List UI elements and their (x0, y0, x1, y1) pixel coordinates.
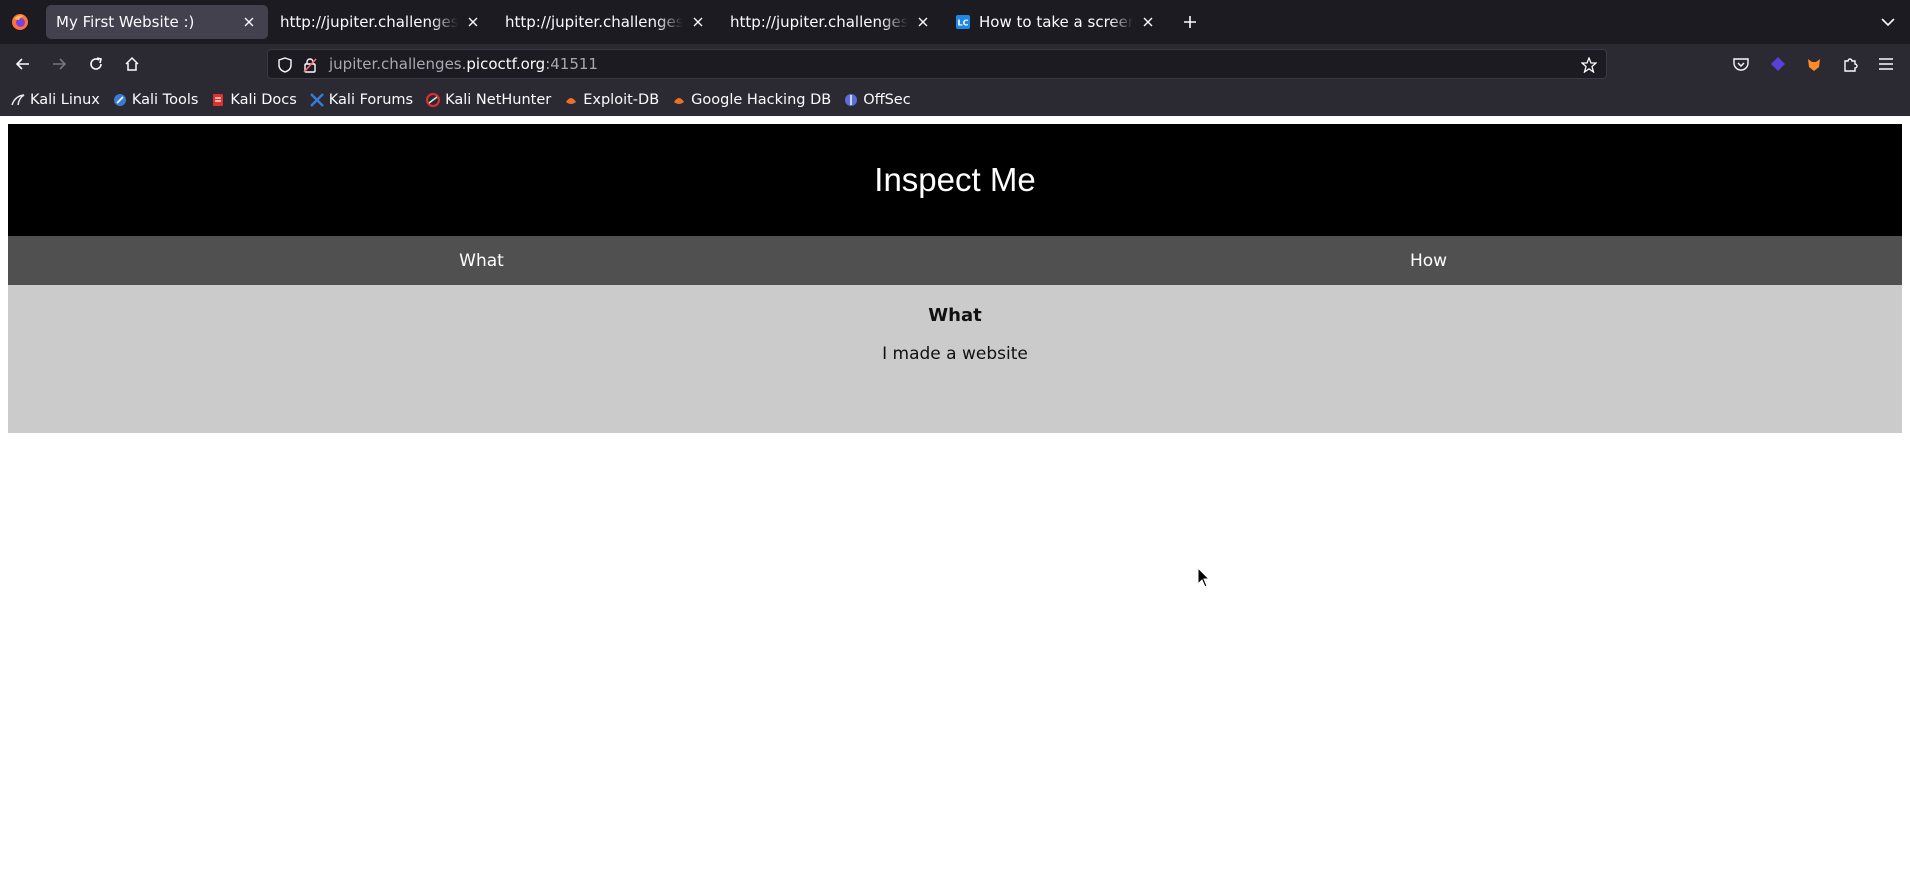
bookmarks-toolbar: Kali Linux Kali Tools Kali Docs Kali For… (0, 84, 1910, 116)
tab-title: http://jupiter.challenges.picoctf.org (730, 13, 908, 31)
list-all-tabs-button[interactable] (1878, 12, 1898, 32)
insecure-lock-icon[interactable] (301, 56, 319, 74)
nethunter-icon (425, 92, 441, 108)
url-port: :41511 (545, 55, 598, 73)
tab-title: http://jupiter.challenges.picoctf.org (280, 13, 458, 31)
kali-forums-icon (309, 92, 325, 108)
new-tab-button[interactable] (1180, 12, 1200, 32)
firefox-icon[interactable] (10, 12, 30, 32)
bookmark-google-hacking-db[interactable]: Google Hacking DB (671, 92, 831, 108)
tab-how[interactable]: How (955, 236, 1902, 285)
panel-text: I made a website (882, 344, 1028, 364)
page-viewport: Inspect Me What How What I made a websit… (0, 116, 1910, 876)
reload-button[interactable] (84, 52, 108, 76)
ghdb-icon (671, 92, 687, 108)
bookmark-kali-tools[interactable]: Kali Tools (112, 92, 199, 108)
bookmark-kali-docs[interactable]: Kali Docs (210, 92, 297, 108)
bookmark-offsec[interactable]: OffSec (843, 92, 911, 108)
bookmark-label: Kali Linux (30, 92, 100, 108)
site-tab-bar: What How (8, 236, 1902, 285)
url-bar[interactable]: jupiter.challenges.picoctf.org:41511 (267, 49, 1607, 79)
tab-title: My First Website :) (56, 13, 195, 31)
lc-icon: LC (955, 14, 971, 30)
tab-what[interactable]: What (8, 236, 955, 285)
extensions-puzzle-icon[interactable] (1839, 53, 1861, 75)
bookmark-kali-forums[interactable]: Kali Forums (309, 92, 413, 108)
mouse-cursor-icon (1197, 567, 1211, 588)
kali-docs-icon (210, 92, 226, 108)
tab-my-first-website[interactable]: My First Website :) (46, 5, 268, 39)
pocket-icon[interactable] (1730, 53, 1752, 75)
url-domain: picoctf.org (466, 55, 546, 73)
extension-fox-icon[interactable] (1803, 53, 1825, 75)
tab-jupiter-1[interactable]: http://jupiter.challenges.picoctf.org (270, 5, 492, 39)
bookmark-star-icon[interactable] (1580, 56, 1598, 74)
panel-heading: What (928, 305, 982, 326)
bookmark-label: Kali Forums (328, 92, 414, 108)
close-icon[interactable] (464, 13, 482, 31)
site-header: Inspect Me (8, 124, 1902, 236)
tab-title: http://jupiter.challenges.picoctf.org (505, 13, 683, 31)
bookmark-label: Google Hacking DB (691, 92, 832, 108)
navigation-toolbar: jupiter.challenges.picoctf.org:41511 (0, 44, 1910, 84)
page-title: Inspect Me (874, 161, 1036, 198)
kali-tools-icon (112, 92, 128, 108)
tab-jupiter-3[interactable]: http://jupiter.challenges.picoctf.org (720, 5, 942, 39)
bookmark-label: OffSec (863, 92, 911, 108)
tab-screenshot-howto[interactable]: LC How to take a screenshot (945, 5, 1167, 39)
tab-jupiter-2[interactable]: http://jupiter.challenges.picoctf.org (495, 5, 717, 39)
tab-content-panel: What I made a website (8, 285, 1902, 433)
exploit-db-icon (563, 92, 579, 108)
svg-text:LC: LC (958, 19, 969, 28)
website: Inspect Me What How What I made a websit… (8, 124, 1902, 433)
browser-chrome: My First Website :) http://jupiter.chall… (0, 0, 1910, 116)
close-icon[interactable] (1139, 13, 1157, 31)
forward-button[interactable] (47, 52, 71, 76)
shield-icon[interactable] (276, 56, 294, 74)
tab-strip: My First Website :) http://jupiter.chall… (0, 0, 1910, 44)
bookmark-label: Kali NetHunter (445, 92, 552, 108)
bookmark-label: Exploit-DB (583, 92, 660, 108)
close-icon[interactable] (689, 13, 707, 31)
kali-dragon-icon (10, 92, 26, 108)
bookmark-kali-linux[interactable]: Kali Linux (10, 92, 100, 108)
home-button[interactable] (120, 52, 144, 76)
bookmark-kali-nethunter[interactable]: Kali NetHunter (425, 92, 551, 108)
menu-hamburger-icon[interactable] (1875, 53, 1897, 75)
back-button[interactable] (11, 52, 35, 76)
close-icon[interactable] (240, 13, 258, 31)
offsec-icon (843, 92, 859, 108)
url-text[interactable]: jupiter.challenges.picoctf.org:41511 (329, 55, 598, 73)
tab-title: How to take a screenshot (979, 13, 1133, 31)
extension-purple-icon[interactable] (1767, 53, 1789, 75)
bookmark-label: Kali Docs (230, 92, 297, 108)
bookmark-exploit-db[interactable]: Exploit-DB (563, 92, 659, 108)
close-icon[interactable] (914, 13, 932, 31)
url-subdomain: jupiter.challenges. (329, 55, 467, 73)
bookmark-label: Kali Tools (131, 92, 199, 108)
